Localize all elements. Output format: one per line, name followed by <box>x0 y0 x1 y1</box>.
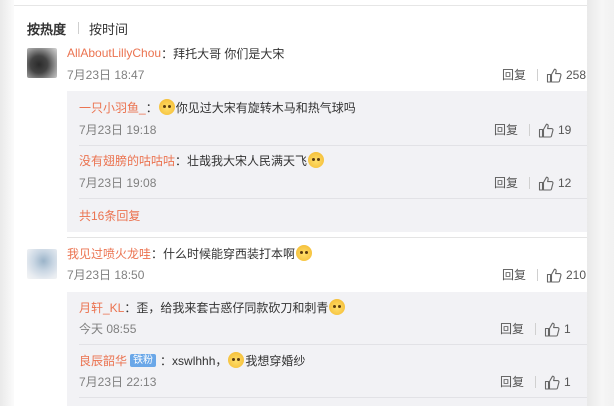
comment-text: 什么时候能穿西装打本啊 <box>163 246 296 261</box>
like-button[interactable]: 1 <box>535 321 571 337</box>
reply-button[interactable]: 回复 <box>500 374 524 390</box>
reply-username[interactable]: 月轩_KL <box>79 299 124 316</box>
reply-text: 歪，给我来套古惑仔同款砍刀和刺青 <box>136 300 329 315</box>
colon: ： <box>161 46 174 61</box>
reply-button[interactable]: 回复 <box>494 175 518 191</box>
like-button[interactable]: 210 <box>537 267 586 283</box>
avatar[interactable] <box>27 249 57 279</box>
reply-text: xswlhhh， <box>172 353 228 368</box>
reply-text-line: 良辰韶华 铁粉 ： xswlhhh， 我想穿婚纱 <box>79 351 305 369</box>
top-divider <box>14 5 587 6</box>
reply-divider <box>79 145 587 146</box>
thumbs-up-icon <box>546 268 562 283</box>
colon: ： <box>124 300 137 315</box>
more-replies-link[interactable]: 共16条回复 <box>79 207 140 224</box>
tab-separator <box>78 22 80 34</box>
page-right-edge <box>587 0 614 406</box>
comment-timestamp: 7月23日 18:50 <box>67 268 145 282</box>
doge-emoji <box>158 99 175 115</box>
action-separator <box>529 177 530 189</box>
reply-divider <box>79 198 587 199</box>
reply-text-line: 一只小羽鱼_ ： 你见过大宋有旋转木马和热气球吗 <box>79 98 356 116</box>
colon: ： <box>175 153 188 168</box>
reply-divider <box>79 344 587 345</box>
colon: ： <box>160 353 173 368</box>
reply-button[interactable]: 回复 <box>502 267 526 283</box>
reply-username[interactable]: 没有翅膀的咕咕咕 <box>79 152 175 169</box>
doge-emoji <box>296 245 313 261</box>
reply-button[interactable]: 回复 <box>500 321 524 337</box>
comment-username[interactable]: AllAboutLillyChou <box>67 46 161 60</box>
reply-text-line: 没有翅膀的咕咕咕 ： 壮哉我大宋人民满天飞 <box>79 151 325 169</box>
reply-timestamp: 今天 08:55 <box>79 322 137 336</box>
like-button[interactable]: 258 <box>537 67 586 83</box>
reply-text: 你见过大宋有旋转木马和热气球吗 <box>175 100 356 115</box>
fan-badge: 铁粉 <box>130 353 157 367</box>
reply-text-line: 月轩_KL ： 歪，给我来套古惑仔同款砍刀和刺青 <box>79 298 346 316</box>
thumbs-up-icon <box>546 68 562 83</box>
reply-button[interactable]: 回复 <box>494 122 518 138</box>
thumbs-up-icon <box>538 123 554 138</box>
reply-text-continued: 我想穿婚纱 <box>245 353 306 368</box>
action-separator <box>529 124 530 136</box>
like-count: 210 <box>566 268 587 282</box>
action-separator <box>537 69 538 81</box>
comment-timestamp: 7月23日 18:47 <box>67 68 145 82</box>
like-count: 1 <box>564 322 571 336</box>
reply-divider <box>79 397 587 398</box>
like-button[interactable]: 19 <box>529 122 571 138</box>
like-button[interactable]: 1 <box>535 374 571 390</box>
action-separator <box>535 323 536 335</box>
action-separator <box>537 269 538 281</box>
comment-text: 拜托大哥 你们是大宋 <box>173 46 285 61</box>
thumbs-up-icon <box>538 176 554 191</box>
reply-timestamp: 7月23日 19:08 <box>79 176 157 190</box>
thumbs-up-icon <box>544 375 560 390</box>
doge-emoji <box>329 299 346 315</box>
colon: ： <box>145 100 158 115</box>
like-button[interactable]: 12 <box>529 175 571 191</box>
reply-timestamp: 7月23日 19:18 <box>79 123 157 137</box>
reply-username[interactable]: 一只小羽鱼_ <box>79 99 146 116</box>
comment-username[interactable]: 我见过喷火龙哇 <box>67 245 151 262</box>
reply-text: 壮哉我大宋人民满天飞 <box>187 153 308 168</box>
tab-sort-time[interactable]: 按时间 <box>89 19 128 38</box>
doge-emoji <box>308 152 325 168</box>
page-left-edge <box>0 0 14 406</box>
colon: ： <box>151 246 164 261</box>
action-separator <box>535 376 536 388</box>
comment-text-line: 我见过喷火龙哇 ： 什么时候能穿西装打本啊 <box>67 244 313 262</box>
reply-button[interactable]: 回复 <box>502 67 526 83</box>
like-count: 19 <box>558 123 572 137</box>
comment-text-line: AllAboutLillyChou ： 拜托大哥 你们是大宋 <box>67 44 284 62</box>
like-count: 12 <box>558 176 572 190</box>
sort-tabs: 按热度 按时间 <box>27 19 128 37</box>
like-count: 258 <box>566 68 587 82</box>
avatar[interactable] <box>27 48 57 78</box>
doge-emoji <box>228 352 245 368</box>
reply-timestamp: 7月23日 22:13 <box>79 375 157 389</box>
tab-sort-hot[interactable]: 按热度 <box>27 19 66 38</box>
like-count: 1 <box>564 375 571 389</box>
reply-username[interactable]: 良辰韶华 <box>79 352 127 369</box>
thumbs-up-icon <box>544 322 560 337</box>
comment-divider <box>67 237 587 238</box>
